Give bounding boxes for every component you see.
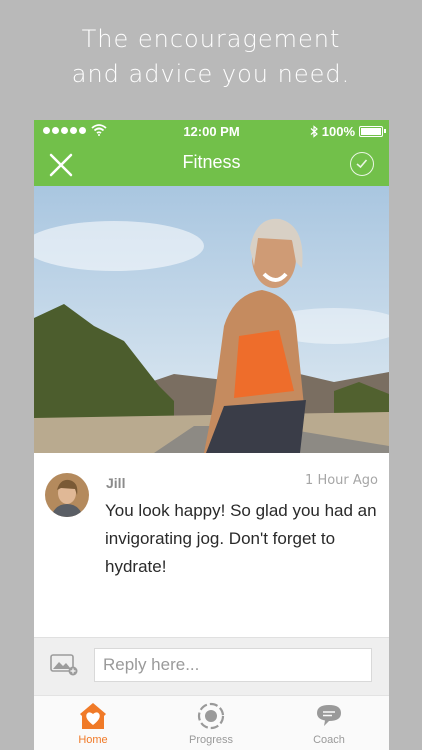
battery-percent: 100% <box>321 124 355 139</box>
phone-screen: 12:00 PM 100% Fitness Jill 1 Hour Ago Yo… <box>34 120 389 750</box>
tab-progress[interactable]: Progress <box>152 696 270 750</box>
battery-icon <box>359 126 386 137</box>
tab-home-label: Home <box>78 734 108 746</box>
bluetooth-icon <box>310 125 318 138</box>
status-right: 100% <box>310 124 386 139</box>
speech-bubble-icon <box>317 705 341 726</box>
tab-home[interactable]: Home <box>34 696 152 750</box>
headline-line-2: and advice you need. <box>71 60 351 88</box>
reply-bar <box>34 637 389 695</box>
message-author: Jill <box>106 475 126 491</box>
home-heart-icon <box>80 703 106 729</box>
tab-coach-label: Coach <box>313 734 345 746</box>
progress-ring-icon <box>197 702 225 730</box>
tab-progress-label: Progress <box>188 734 234 746</box>
tab-coach[interactable]: Coach <box>270 696 388 750</box>
workout-photo <box>34 186 389 453</box>
add-image-icon[interactable] <box>50 654 78 676</box>
message-text: You look happy! So glad you had an invig… <box>105 501 377 576</box>
headline-line-1: The encouragement <box>81 25 341 53</box>
avatar <box>45 473 89 517</box>
coach-message: Jill 1 Hour Ago You look happy! So glad … <box>34 453 389 638</box>
message-timestamp: 1 Hour Ago <box>305 473 378 488</box>
check-icon[interactable] <box>350 152 374 176</box>
checkmark-glyph-icon <box>356 159 368 169</box>
reply-input[interactable] <box>94 648 372 682</box>
promo-headline: The encouragement and advice you need. <box>0 22 422 92</box>
page-title: Fitness <box>182 152 241 172</box>
status-bar: 12:00 PM 100% <box>34 120 389 142</box>
tab-bar: Home Progress Coach <box>34 695 389 750</box>
